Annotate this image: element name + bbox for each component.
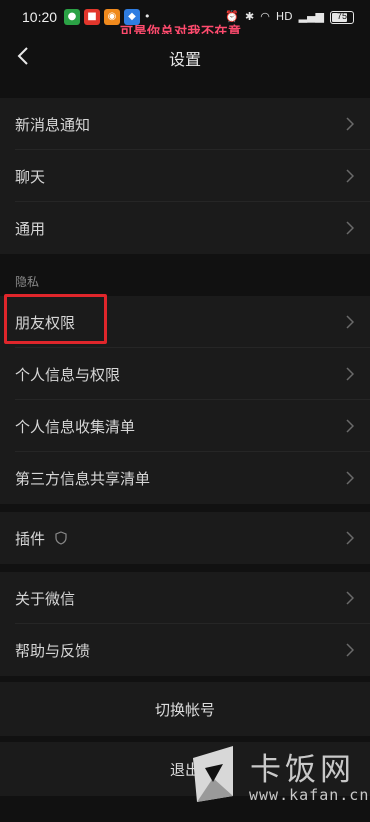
menu-item-personal-info-permissions[interactable]: 个人信息与权限: [0, 348, 370, 400]
shield-icon: [55, 531, 67, 545]
menu-item-label: 个人信息收集清单: [15, 418, 136, 436]
chevron-right-icon: [346, 419, 354, 433]
section-header-privacy: 隐私: [0, 254, 370, 296]
chevron-right-icon: [346, 117, 354, 131]
menu-item-label: 插件: [15, 530, 46, 548]
highlight-box: [4, 294, 107, 344]
signal-icon: ▂▄▆: [298, 10, 324, 23]
title-bar: 设置: [0, 34, 370, 80]
app-notification-icon: ■: [84, 9, 100, 25]
status-bar: 10:20 ● ■ ◉ ◆ • ⏰ ✱ ◠ HD ▂▄▆ 75 可是你总对我不在…: [0, 0, 370, 40]
menu-item-label: 聊天: [15, 168, 46, 186]
wechat-notification-icon: ●: [64, 9, 80, 25]
status-time: 10:20: [22, 9, 58, 25]
menu-item-new-message-notify[interactable]: 新消息通知: [0, 98, 370, 150]
menu-item-label: 帮助与反馈: [15, 642, 91, 660]
page-title: 设置: [168, 50, 201, 69]
chevron-right-icon: [346, 221, 354, 235]
chevron-right-icon: [346, 367, 354, 381]
battery-level: 75: [336, 10, 347, 21]
chevron-right-icon: [346, 315, 354, 329]
menu-item-label: 个人信息与权限: [15, 366, 121, 384]
menu-item-plugins[interactable]: 插件: [0, 512, 370, 564]
menu-item-general[interactable]: 通用: [0, 202, 370, 254]
kafan-logo-icon: [193, 746, 233, 802]
chevron-right-icon: [346, 169, 354, 183]
menu-item-label: 第三方信息共享清单: [15, 470, 151, 488]
menu-item-label: 关于微信: [15, 590, 76, 608]
section-label: 隐私: [15, 275, 40, 289]
chevron-right-icon: [346, 591, 354, 605]
bluetooth-icon: ✱: [245, 10, 255, 23]
switch-account-label: 切换帐号: [154, 701, 215, 719]
menu-item-label: 新消息通知: [15, 116, 91, 134]
menu-item-third-party-list[interactable]: 第三方信息共享清单: [0, 452, 370, 504]
menu-item-about-wechat[interactable]: 关于微信: [0, 572, 370, 624]
chevron-right-icon: [346, 471, 354, 485]
watermark-brand: 卡饭网: [250, 752, 355, 788]
chevron-right-icon: [346, 643, 354, 657]
hd-badge: HD: [275, 10, 293, 23]
system-icons: ⏰ ✱ ◠ HD ▂▄▆ 75: [225, 9, 354, 25]
menu-item-label: 通用: [15, 220, 46, 238]
wifi-icon: ◠: [260, 10, 270, 23]
menu-item-help-feedback[interactable]: 帮助与反馈: [0, 624, 370, 676]
menu-item-personal-info-list[interactable]: 个人信息收集清单: [0, 400, 370, 452]
battery-icon: 75: [330, 10, 354, 24]
menu-item-chat[interactable]: 聊天: [0, 150, 370, 202]
watermark-url: www.kafan.cn: [249, 786, 370, 804]
app-notification-icon: ◉: [104, 9, 120, 25]
chevron-right-icon: [346, 531, 354, 545]
kafan-watermark: 卡饭网 www.kafan.cn: [175, 726, 370, 822]
